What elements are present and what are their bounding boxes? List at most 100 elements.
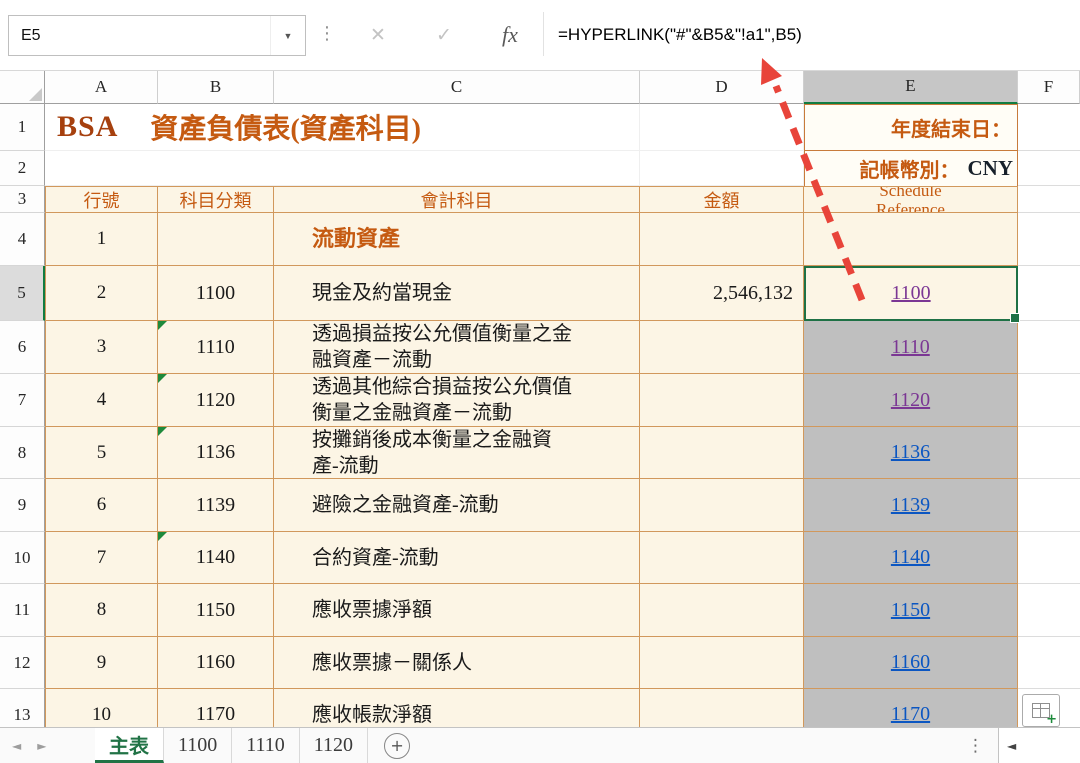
cell-line-number[interactable]: 6 xyxy=(45,479,158,532)
cell-account-code[interactable]: 1110 xyxy=(158,321,274,374)
cell-schedule-link[interactable]: 1150 xyxy=(804,584,1018,637)
row-header-5[interactable]: 5 xyxy=(0,266,45,321)
row-header-10[interactable]: 10 xyxy=(0,532,45,584)
cell-account-name[interactable]: 流動資產 xyxy=(274,213,640,266)
cell-amount[interactable] xyxy=(640,374,804,427)
cell-amount[interactable]: 2,546,132 xyxy=(640,266,804,321)
cell-f[interactable] xyxy=(1018,374,1080,427)
cell-line-number[interactable]: 2 xyxy=(45,266,158,321)
cell-f[interactable] xyxy=(1018,637,1080,689)
column-header-e[interactable]: E xyxy=(804,70,1018,104)
cell-amount[interactable] xyxy=(640,584,804,637)
sheet-hyperlink[interactable]: 1136 xyxy=(891,441,930,464)
sheet-hyperlink[interactable]: 1120 xyxy=(891,389,930,412)
horizontal-scrollbar[interactable]: ◄ xyxy=(998,728,1080,763)
new-sheet-button[interactable]: + xyxy=(384,733,410,759)
cell-account-name[interactable]: 應收票據－關係人 xyxy=(274,637,640,689)
column-header-f[interactable]: F xyxy=(1018,70,1080,104)
formula-input[interactable]: =HYPERLINK("#"&B5&"!a1",B5) xyxy=(558,0,802,70)
cell-line-number[interactable]: 10 xyxy=(45,689,158,727)
cell-line-number[interactable]: 8 xyxy=(45,584,158,637)
sheet-hyperlink[interactable]: 1150 xyxy=(891,599,930,622)
cell-a2[interactable] xyxy=(45,151,640,186)
column-header-a[interactable]: A xyxy=(45,70,158,104)
cell-schedule-link[interactable]: 1110 xyxy=(804,321,1018,374)
cell-line-number[interactable]: 5 xyxy=(45,427,158,479)
quick-analysis-button[interactable]: + xyxy=(1022,694,1060,727)
cell-amount[interactable] xyxy=(640,321,804,374)
cell-amount[interactable] xyxy=(640,213,804,266)
cell-f[interactable] xyxy=(1018,479,1080,532)
row-header-9[interactable]: 9 xyxy=(0,479,45,532)
cell-account-name[interactable]: 透過損益按公允價值衡量之金融資產－流動 xyxy=(274,321,640,374)
cell-account-code[interactable]: 1100 xyxy=(158,266,274,321)
cell-f1[interactable] xyxy=(1018,104,1080,151)
cell-amount[interactable] xyxy=(640,427,804,479)
row-header-3[interactable]: 3 xyxy=(0,186,45,213)
insert-function-button[interactable]: fx xyxy=(490,18,530,52)
select-all-corner[interactable] xyxy=(0,70,45,104)
cell-account-code[interactable]: 1160 xyxy=(158,637,274,689)
cell-f2[interactable] xyxy=(1018,151,1080,186)
row-header-7[interactable]: 7 xyxy=(0,374,45,427)
cell-account-name[interactable]: 合約資產-流動 xyxy=(274,532,640,584)
cell-schedule-link[interactable]: 1120 xyxy=(804,374,1018,427)
row-header-1[interactable]: 1 xyxy=(0,104,45,151)
cell-account-name[interactable]: 現金及約當現金 xyxy=(274,266,640,321)
cell-account-code[interactable]: 1170 xyxy=(158,689,274,727)
scroll-left-icon[interactable]: ◄ xyxy=(1007,739,1016,753)
row-header-11[interactable]: 11 xyxy=(0,584,45,637)
cell-f[interactable] xyxy=(1018,266,1080,321)
cell-account-code[interactable]: 1120 xyxy=(158,374,274,427)
selected-cell-e5[interactable]: 1100 xyxy=(804,266,1018,321)
cell-account-code[interactable]: 1140 xyxy=(158,532,274,584)
cell-account-name[interactable]: 透過其他綜合損益按公允價值衡量之金融資產－流動 xyxy=(274,374,640,427)
cell-f3[interactable] xyxy=(1018,186,1080,213)
column-header-d[interactable]: D xyxy=(640,70,804,104)
cell-f[interactable] xyxy=(1018,532,1080,584)
year-end-label-cell[interactable]: 年度結束日： xyxy=(804,104,1018,151)
cell-amount[interactable] xyxy=(640,637,804,689)
row-header-2[interactable]: 2 xyxy=(0,151,45,186)
cell-line-number[interactable]: 3 xyxy=(45,321,158,374)
currency-cell[interactable]: 記帳幣別：CNY xyxy=(804,151,1018,186)
cell-schedule-link[interactable]: 1136 xyxy=(804,427,1018,479)
sheet-hyperlink[interactable]: 1160 xyxy=(891,651,930,674)
tab-scroll-left-icon[interactable]: ◄ xyxy=(12,739,21,753)
more-options-icon[interactable]: ⋮ xyxy=(967,736,984,756)
sheet-hyperlink[interactable]: 1170 xyxy=(891,703,930,726)
cell-schedule-link[interactable]: 1139 xyxy=(804,479,1018,532)
column-header-b[interactable]: B xyxy=(158,70,274,104)
sheet-tab-主表[interactable]: 主表 xyxy=(95,728,164,763)
cell-d2[interactable] xyxy=(640,151,804,186)
row-header-8[interactable]: 8 xyxy=(0,427,45,479)
enter-button[interactable]: ✓ xyxy=(424,18,464,52)
cell-line-number[interactable]: 1 xyxy=(45,213,158,266)
sheet-hyperlink[interactable]: 1110 xyxy=(891,336,930,359)
cell-account-code[interactable] xyxy=(158,213,274,266)
row-header-4[interactable]: 4 xyxy=(0,213,45,266)
column-header-c[interactable]: C xyxy=(274,70,640,104)
cell-amount[interactable] xyxy=(640,479,804,532)
cell-line-number[interactable]: 7 xyxy=(45,532,158,584)
tab-scroll-right-icon[interactable]: ► xyxy=(37,739,46,753)
sheet-hyperlink[interactable]: 1140 xyxy=(891,546,930,569)
cell-account-name[interactable]: 應收票據淨額 xyxy=(274,584,640,637)
cell-f[interactable] xyxy=(1018,321,1080,374)
sheet-hyperlink[interactable]: 1139 xyxy=(891,494,930,517)
row-header-12[interactable]: 12 xyxy=(0,637,45,689)
cell-schedule-link[interactable]: 1170 xyxy=(804,689,1018,727)
title-cell[interactable]: BSA資產負債表(資產科目) xyxy=(45,104,640,151)
cell-schedule-link[interactable]: 1140 xyxy=(804,532,1018,584)
cancel-button[interactable]: ✕ xyxy=(358,18,398,52)
sheet-tab-1100[interactable]: 1100 xyxy=(164,728,232,763)
formula-bar-handle-icon[interactable]: ⋮ xyxy=(318,23,336,44)
cell-account-code[interactable]: 1136 xyxy=(158,427,274,479)
cell-amount[interactable] xyxy=(640,532,804,584)
row-header-6[interactable]: 6 xyxy=(0,321,45,374)
cell-f[interactable] xyxy=(1018,213,1080,266)
cell-account-code[interactable]: 1139 xyxy=(158,479,274,532)
cell-schedule-link[interactable] xyxy=(804,213,1018,266)
sheet-tab-1120[interactable]: 1120 xyxy=(300,728,368,763)
name-box-dropdown[interactable]: ▼ xyxy=(270,16,305,55)
